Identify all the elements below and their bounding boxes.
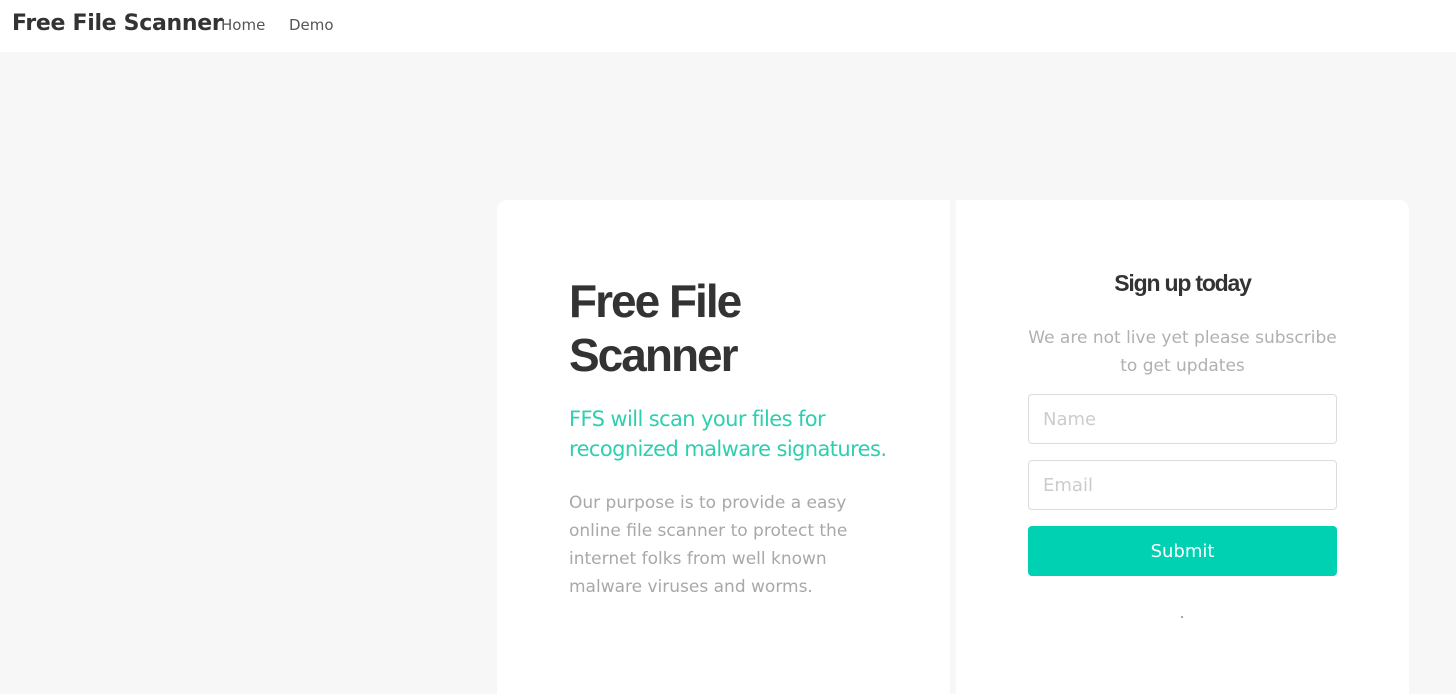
email-input[interactable] [1028, 460, 1337, 510]
name-input[interactable] [1028, 394, 1337, 444]
signup-subtitle: We are not live yet please subscribe to … [1028, 328, 1337, 376]
nav-link-home[interactable]: Home [221, 16, 265, 34]
nav-link-demo[interactable]: Demo [289, 16, 334, 34]
signup-title: Sign up today [1114, 270, 1252, 296]
submit-button[interactable]: Submit [1028, 526, 1337, 576]
hero-tagline: FFS will scan your files for recognized … [569, 407, 887, 461]
status-indicator [1181, 616, 1183, 618]
signup-card: Sign up today We are not live yet please… [956, 200, 1409, 694]
hero-description: Our purpose is to provide a easy online … [569, 493, 848, 597]
hero-title: Free File Scanner [569, 275, 742, 381]
navbar: Free File Scanner Home Demo [0, 0, 1456, 52]
brand-logo-link[interactable]: Free File Scanner [12, 11, 223, 36]
hero-card: Free File Scanner FFS will scan your fil… [497, 200, 950, 694]
